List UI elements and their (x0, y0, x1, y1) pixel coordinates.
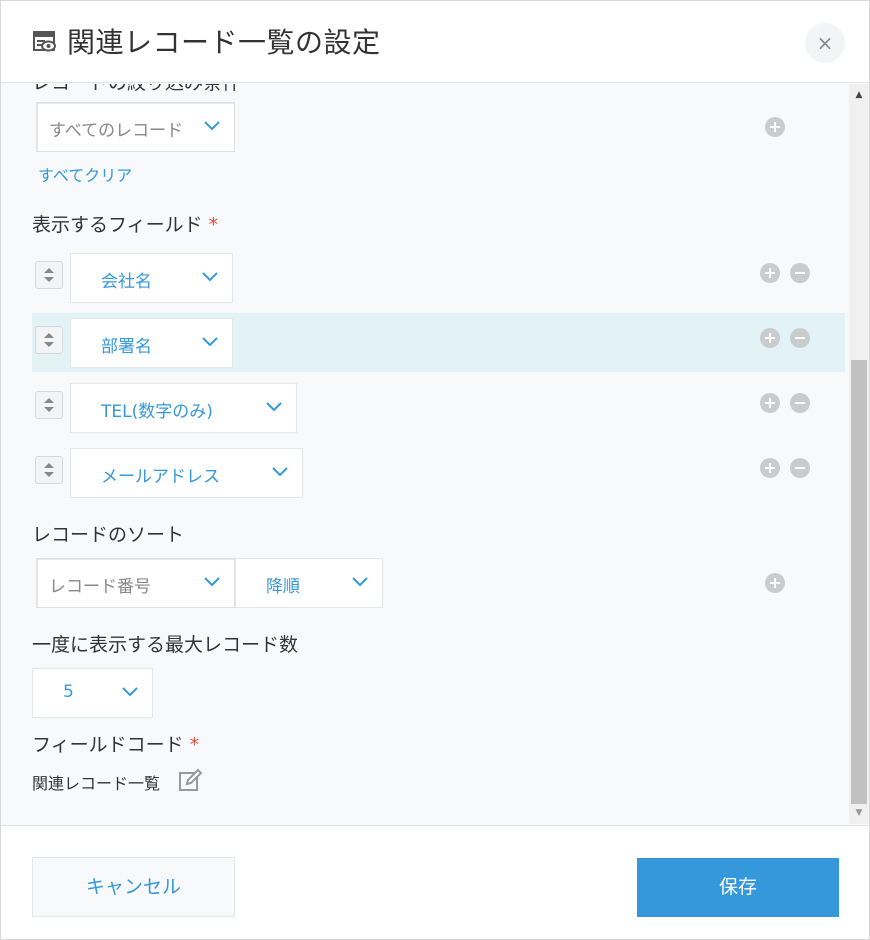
field-code-label-text: フィールドコード (32, 734, 184, 756)
remove-field-button-4[interactable] (790, 458, 810, 478)
chevron-down-icon (204, 577, 220, 587)
filter-condition-select[interactable]: すべてのレコード (36, 102, 235, 152)
required-mark: * (189, 734, 200, 756)
required-mark: * (208, 214, 219, 236)
remove-field-button-2[interactable] (790, 328, 810, 348)
sort-field-select[interactable]: レコード番号 (36, 558, 235, 608)
chevron-down-icon (266, 402, 282, 412)
filter-section-label: レコードの絞り込み条件 (32, 84, 241, 95)
sort-handle-icon[interactable] (35, 456, 63, 484)
chevron-down-icon (352, 577, 368, 587)
dialog: 関連レコード一覧の設定 × レコードの絞り込み条件 すべてのレコード すべてクリ… (0, 0, 870, 940)
chevron-down-icon (204, 121, 220, 131)
close-button[interactable]: × (805, 23, 845, 63)
add-field-button-1[interactable] (760, 263, 780, 283)
field-code-label: フィールドコード * (32, 730, 199, 757)
display-field-select-1[interactable]: 会社名 (70, 253, 233, 303)
add-field-button-3[interactable] (760, 393, 780, 413)
scroll-up-arrow-icon[interactable]: ▲ (849, 86, 869, 104)
add-field-button-2[interactable] (760, 328, 780, 348)
display-fields-label-text: 表示するフィールド (32, 214, 203, 236)
sort-handle-icon[interactable] (35, 391, 63, 419)
filter-condition-value: すべてのレコード (49, 121, 184, 141)
display-field-select-2[interactable]: 部署名 (70, 318, 233, 368)
sort-handle-icon[interactable] (35, 261, 63, 289)
chevron-down-icon (272, 467, 288, 477)
sort-label: レコードのソート (32, 524, 185, 546)
view-list-icon (33, 31, 56, 52)
scrollbar[interactable]: ▲ ▼ (849, 84, 869, 824)
save-button[interactable]: 保存 (637, 858, 839, 917)
display-field-value-1: 会社名 (101, 272, 152, 292)
add-filter-button[interactable] (765, 117, 785, 137)
chevron-down-icon (122, 687, 138, 697)
display-field-value-4: メールアドレス (101, 467, 220, 487)
add-sort-button[interactable] (765, 573, 785, 593)
display-field-value-2: 部署名 (101, 337, 152, 357)
cancel-button[interactable]: キャンセル (32, 857, 235, 917)
add-field-button-4[interactable] (760, 458, 780, 478)
display-fields-label: 表示するフィールド * (32, 210, 218, 237)
max-records-value: 5 (63, 682, 74, 702)
sort-order-select[interactable]: 降順 (235, 558, 383, 608)
dialog-header: 関連レコード一覧の設定 × (1, 1, 869, 83)
remove-field-button-3[interactable] (790, 393, 810, 413)
sort-order-value: 降順 (266, 577, 300, 597)
sort-handle-icon[interactable] (35, 326, 63, 354)
max-records-label: 一度に表示する最大レコード数 (32, 634, 299, 656)
display-field-value-3: TEL(数字のみ) (101, 402, 213, 422)
clear-all-link[interactable]: すべてクリア (38, 162, 132, 186)
dialog-footer: キャンセル 保存 (1, 825, 869, 939)
display-field-select-4[interactable]: メールアドレス (70, 448, 303, 498)
chevron-down-icon (202, 337, 218, 347)
field-code-value: 関連レコード一覧 (32, 774, 161, 793)
remove-field-button-1[interactable] (790, 263, 810, 283)
scroll-down-arrow-icon[interactable]: ▼ (849, 804, 869, 822)
chevron-down-icon (202, 272, 218, 282)
dialog-title: 関連レコード一覧の設定 (67, 26, 381, 59)
dialog-body[interactable]: レコードの絞り込み条件 すべてのレコード すべてクリア 表示するフィールド* 会… (1, 84, 869, 824)
scrollbar-thumb[interactable] (851, 360, 867, 804)
sort-field-value: レコード番号 (49, 577, 151, 597)
edit-pencil-icon[interactable] (178, 768, 202, 792)
display-field-select-3[interactable]: TEL(数字のみ) (70, 383, 297, 433)
max-records-select[interactable]: 5 (32, 668, 153, 718)
